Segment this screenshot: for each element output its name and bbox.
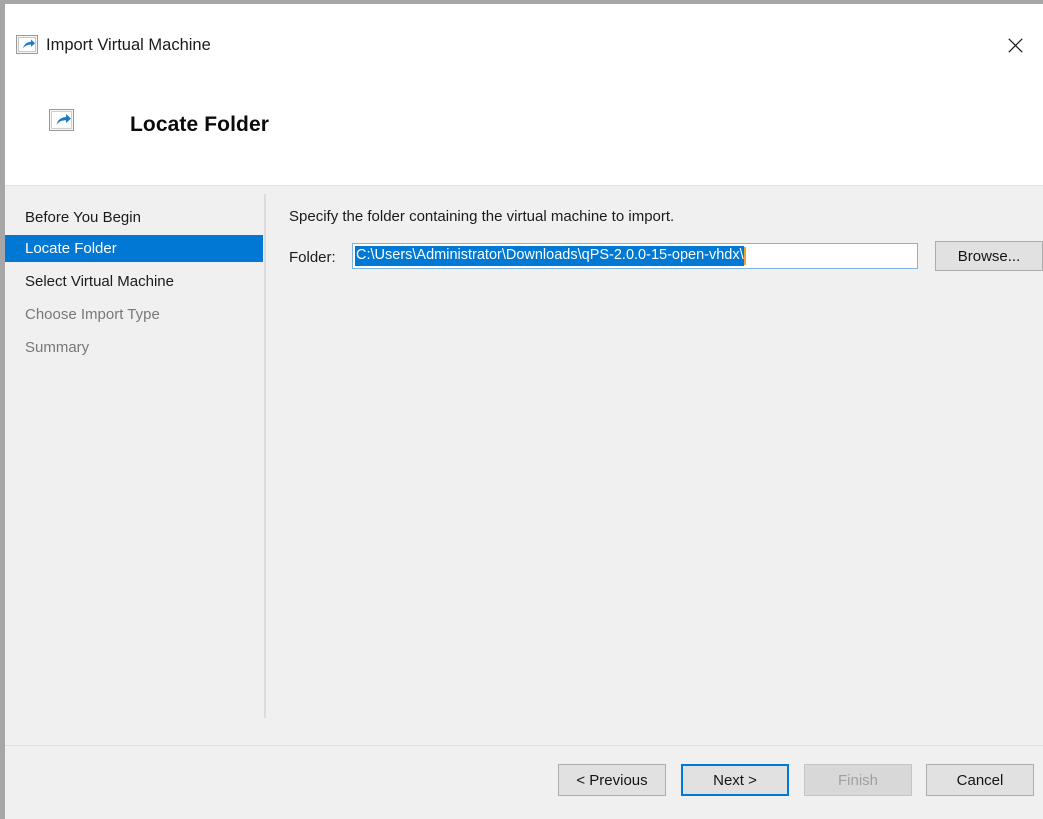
wizard-footer: < Previous Next > Finish Cancel	[5, 745, 1043, 819]
vm-export-arrow-icon	[49, 109, 74, 131]
sidebar-item-label: Select Virtual Machine	[25, 273, 174, 290]
content-pane: Specify the folder containing the virtua…	[267, 186, 1043, 745]
instruction-text: Specify the folder containing the virtua…	[289, 208, 674, 225]
window-inner: Import Virtual Machine Locate Folder	[5, 4, 1043, 819]
sidebar-item-label: Summary	[25, 339, 89, 356]
vm-export-arrow-icon	[16, 35, 38, 54]
title-bar: Import Virtual Machine	[5, 4, 1043, 68]
wizard-step-list: Before You Begin Locate Folder Select Vi…	[5, 186, 263, 745]
body-area: Before You Begin Locate Folder Select Vi…	[5, 185, 1043, 745]
folder-input-value: C:\Users\Administrator\Downloads\qPS-2.0…	[355, 246, 744, 266]
folder-field-label: Folder:	[289, 249, 336, 266]
folder-input[interactable]: C:\Users\Administrator\Downloads\qPS-2.0…	[352, 243, 918, 269]
sidebar-item-label: Choose Import Type	[25, 306, 160, 323]
sidebar-item-choose-import-type: Choose Import Type	[5, 301, 263, 328]
pane-divider	[264, 194, 266, 718]
import-virtual-machine-window: Import Virtual Machine Locate Folder	[0, 0, 1043, 819]
page-title: Locate Folder	[130, 113, 269, 137]
sidebar-item-label: Before You Begin	[25, 209, 141, 226]
sidebar-item-label: Locate Folder	[25, 240, 117, 257]
sidebar-item-before-you-begin[interactable]: Before You Begin	[5, 204, 263, 231]
window-title: Import Virtual Machine	[46, 35, 211, 56]
sidebar-item-locate-folder[interactable]: Locate Folder	[5, 235, 263, 262]
next-button[interactable]: Next >	[681, 764, 789, 796]
close-icon[interactable]	[993, 26, 1037, 64]
previous-button[interactable]: < Previous	[558, 764, 666, 796]
cancel-button[interactable]: Cancel	[926, 764, 1034, 796]
sidebar-item-summary: Summary	[5, 334, 263, 361]
sidebar-item-select-virtual-machine[interactable]: Select Virtual Machine	[5, 268, 263, 295]
page-banner: Locate Folder	[5, 68, 1043, 185]
finish-button: Finish	[804, 764, 912, 796]
browse-button[interactable]: Browse...	[935, 241, 1043, 271]
text-caret	[744, 247, 746, 265]
